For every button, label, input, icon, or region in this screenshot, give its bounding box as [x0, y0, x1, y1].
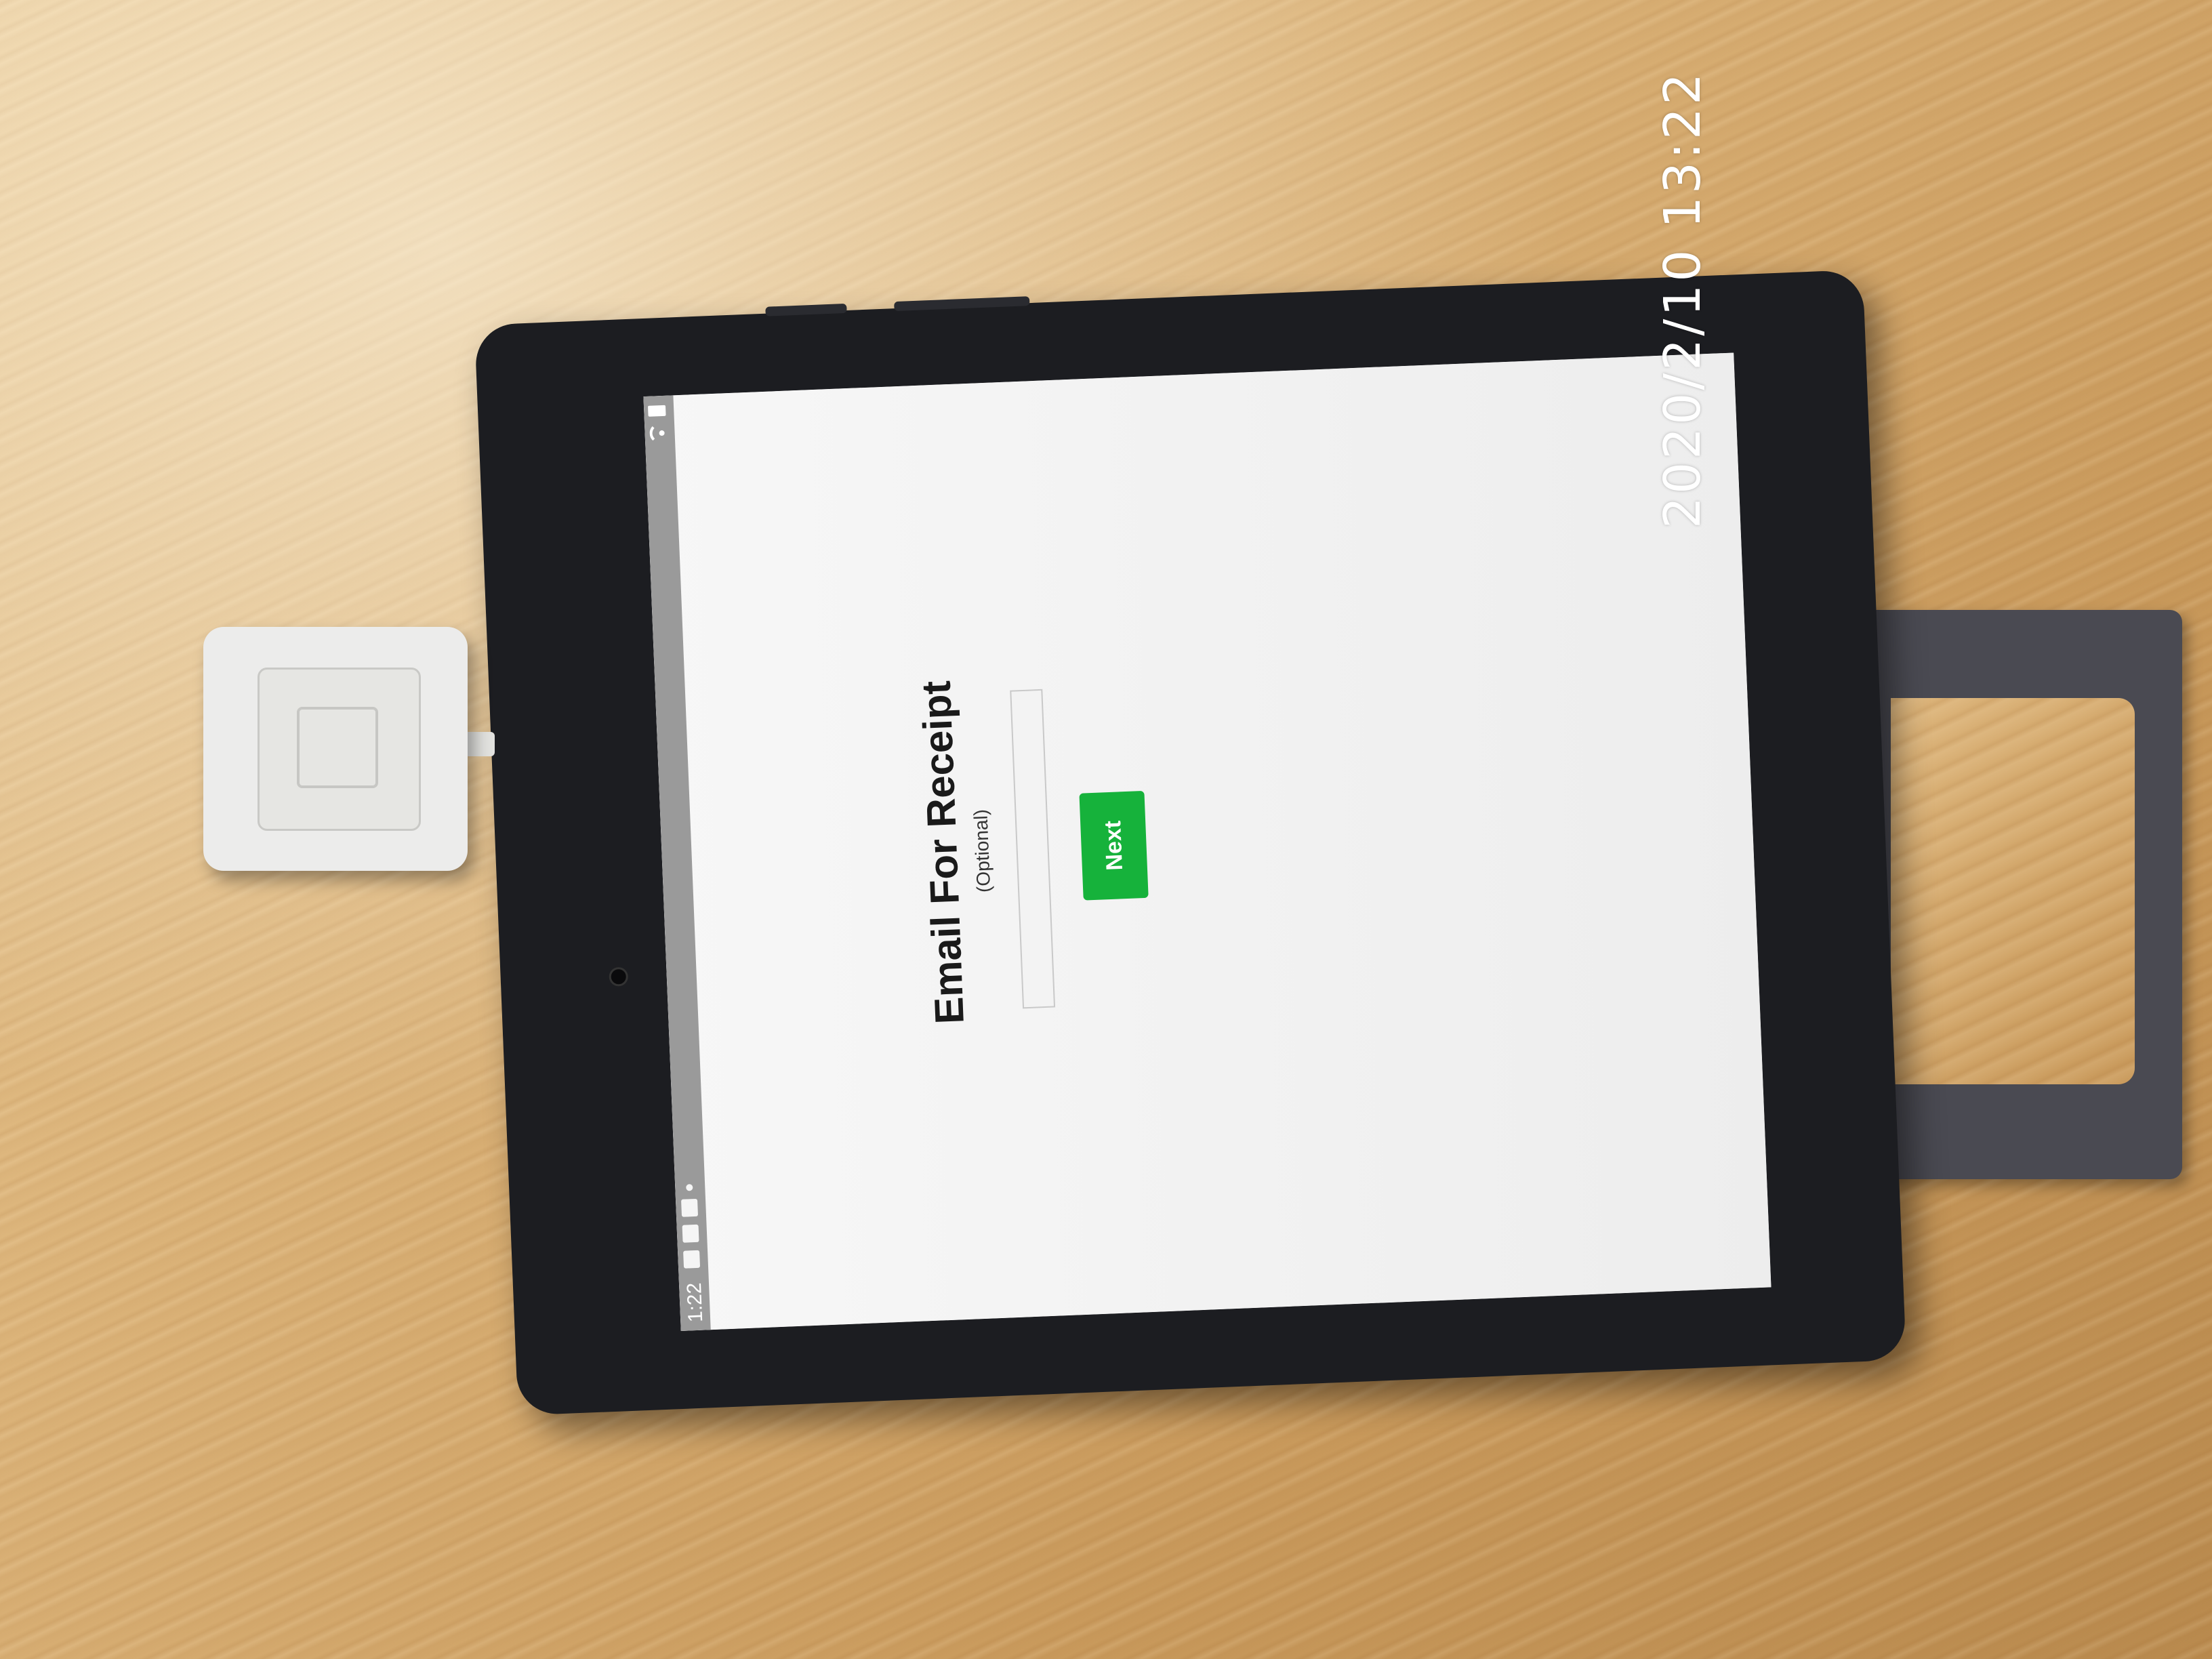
stand-cutout	[1891, 698, 2135, 1084]
next-button[interactable]: Next	[1079, 790, 1149, 901]
status-system-icons	[647, 405, 667, 444]
tablet-screen: 1:22 Email For Receipt (Optional) Next	[643, 352, 1771, 1331]
email-field[interactable]	[1010, 689, 1056, 1009]
app-icon	[681, 1198, 699, 1217]
card-reader-plate	[258, 668, 421, 831]
status-time: 1:22	[682, 1282, 708, 1323]
front-camera	[609, 966, 629, 987]
square-logo-icon	[297, 707, 378, 788]
app-view: 1:22 Email For Receipt (Optional) Next	[643, 352, 1771, 1331]
notification-icon	[682, 1224, 699, 1243]
overflow-dots-icon	[686, 1184, 693, 1191]
card-reader	[203, 627, 468, 871]
wifi-icon	[649, 423, 666, 444]
image-icon	[683, 1250, 701, 1269]
battery-icon	[647, 405, 666, 417]
status-bar: 1:22	[643, 395, 711, 1331]
status-notification-icons	[680, 1184, 701, 1269]
receipt-form: Email For Receipt (Optional) Next	[901, 377, 1165, 1320]
photo-timestamp: 2020/2/10 13:22	[1654, 70, 1712, 529]
